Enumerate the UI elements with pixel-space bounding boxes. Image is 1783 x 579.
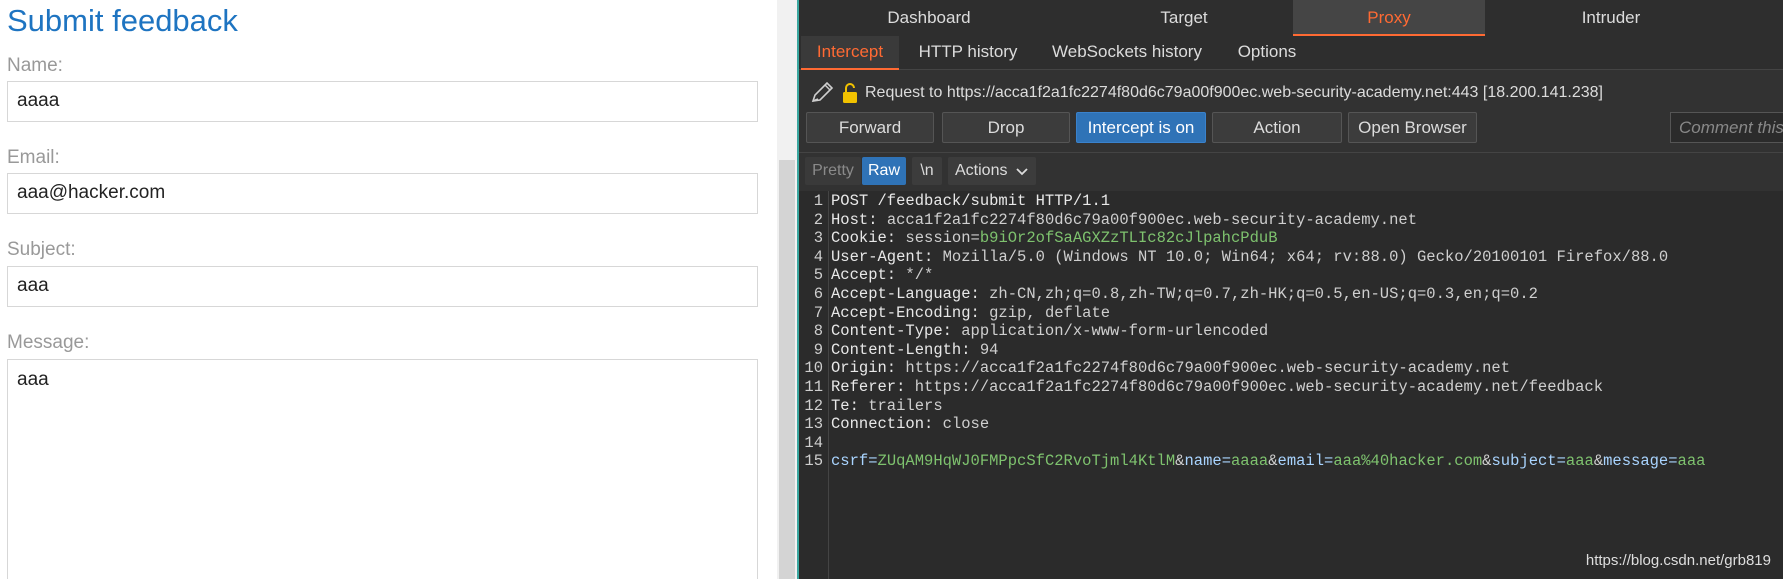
request-url-text: Request to https://acca1f2a1fc2274f80d6c… bbox=[865, 84, 1603, 101]
param-name: subject= bbox=[1491, 452, 1566, 471]
subtab-websockets-history[interactable]: WebSockets history bbox=[1039, 36, 1215, 70]
action-button[interactable]: Action bbox=[1212, 112, 1342, 143]
subject-field[interactable]: aaa bbox=[7, 266, 758, 307]
name-field[interactable]: aaaa bbox=[7, 81, 758, 122]
param-value: aaa bbox=[1565, 452, 1594, 471]
watermark-text: https://blog.csdn.net/grb819 bbox=[1585, 552, 1771, 569]
param-value: aaaa bbox=[1231, 452, 1269, 471]
drop-button[interactable]: Drop bbox=[942, 112, 1070, 143]
param-value: aaa%40hacker.com bbox=[1333, 452, 1483, 471]
chevron-down-icon bbox=[1016, 168, 1028, 176]
tab-intruder[interactable]: Intruder bbox=[1521, 0, 1701, 36]
name-label: Name: bbox=[7, 55, 63, 76]
email-label: Email: bbox=[7, 147, 60, 168]
param-name: message= bbox=[1603, 452, 1678, 471]
param-value: ZUqAM9HqWJ0FMPpcSfC2RvoTjml4KtlM bbox=[877, 452, 1176, 471]
param-value: aaa bbox=[1677, 452, 1706, 471]
editor-actions-menu[interactable]: Actions bbox=[948, 157, 1036, 185]
newline-toggle-button[interactable]: \n bbox=[912, 157, 942, 185]
request-editor[interactable]: 1 POST /feedback/submit HTTP/1.1 2 Host: a… bbox=[799, 191, 1783, 579]
subtab-options[interactable]: Options bbox=[1231, 36, 1303, 70]
burp-proxy-panel: Dashboard Target Proxy Intruder Intercep… bbox=[797, 0, 1783, 579]
tab-proxy[interactable]: Proxy bbox=[1293, 0, 1485, 36]
message-label: Message: bbox=[7, 332, 90, 353]
forward-button[interactable]: Forward bbox=[806, 112, 934, 143]
page-title: Submit feedback bbox=[7, 3, 238, 38]
param-name: email= bbox=[1277, 452, 1334, 471]
param-separator: & bbox=[1268, 452, 1278, 471]
pretty-view-button[interactable]: Pretty bbox=[805, 157, 861, 185]
editor-actions-label: Actions bbox=[955, 162, 1008, 179]
subtab-http-history[interactable]: HTTP history bbox=[913, 36, 1023, 70]
page-scrollbar-thumb[interactable] bbox=[779, 160, 795, 579]
proxy-sub-tab-bar: Intercept HTTP history WebSockets histor… bbox=[799, 36, 1783, 70]
tab-target[interactable]: Target bbox=[1094, 0, 1274, 36]
message-field[interactable]: aaa bbox=[7, 359, 758, 579]
tab-dashboard[interactable]: Dashboard bbox=[839, 0, 1019, 36]
lock-icon bbox=[843, 83, 857, 103]
pencil-icon[interactable] bbox=[809, 81, 835, 105]
param-separator: & bbox=[1593, 452, 1604, 471]
param-name: name= bbox=[1184, 452, 1231, 471]
email-field[interactable]: aaa@hacker.com bbox=[7, 173, 758, 214]
param-name: csrf= bbox=[831, 452, 878, 471]
subject-label: Subject: bbox=[7, 239, 76, 260]
comment-field[interactable]: Comment this bbox=[1670, 112, 1783, 143]
request-info-bar: Request to https://acca1f2a1fc2274f80d6c… bbox=[809, 80, 1779, 106]
subtab-intercept[interactable]: Intercept bbox=[801, 36, 899, 70]
open-browser-button[interactable]: Open Browser bbox=[1348, 112, 1477, 143]
session-cookie-value: b9iOr2ofSaAGXZzTLIc82cJlpahcPduB bbox=[979, 229, 1278, 248]
editor-toolbar: Pretty Raw \n Actions bbox=[799, 152, 1783, 190]
top-tab-bar: Dashboard Target Proxy Intruder bbox=[799, 0, 1783, 36]
request-body-line: 15 csrf=ZUqAM9HqWJ0FMPpcSfC2RvoTjml4KtlM&… bbox=[804, 452, 1706, 471]
feedback-form-panel: Submit feedback Name: aaaa Email: aaa@ha… bbox=[0, 0, 777, 579]
raw-view-button[interactable]: Raw bbox=[862, 157, 906, 185]
intercept-toggle-button[interactable]: Intercept is on bbox=[1076, 112, 1206, 143]
